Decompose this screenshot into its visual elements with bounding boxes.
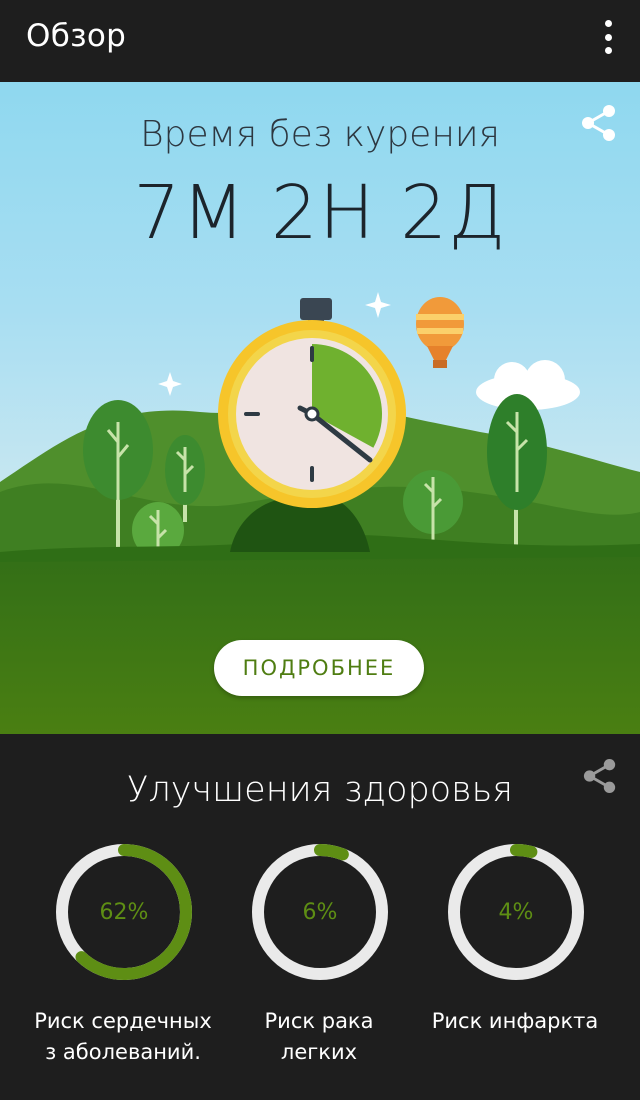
smoke-free-duration: 7М 2Н 2Д	[133, 170, 507, 256]
share-icon[interactable]	[580, 104, 618, 142]
metric-label: Риск сердечных з аболеваний.	[34, 1009, 212, 1064]
app-bar: Обзор	[0, 0, 640, 82]
metric-label: Риск рака легких	[264, 1009, 374, 1064]
metric-heart-attack[interactable]: 4% Риск инфаркта	[420, 842, 610, 1092]
details-button[interactable]: ПОДРОБНЕЕ	[214, 640, 424, 696]
smoke-free-label: Время без курения	[140, 114, 500, 155]
stopwatch-icon	[218, 298, 406, 508]
screen-title: Обзор	[26, 18, 127, 54]
metric-lung-cancer[interactable]: 6% Риск рака легких	[224, 842, 414, 1092]
more-vert-icon[interactable]	[598, 20, 618, 54]
metric-value: 62%	[99, 899, 149, 925]
metric-value: 4%	[498, 899, 534, 925]
smoke-free-time-card: Время без курения 7М 2Н 2Д ПОДРОБНЕЕ	[0, 82, 640, 734]
metric-value: 6%	[302, 899, 338, 925]
share-icon[interactable]	[582, 758, 618, 794]
metric-label: Риск инфаркта	[431, 1009, 599, 1033]
metric-heart-disease[interactable]: 62% Риск сердечных з аболеваний.	[28, 842, 218, 1092]
section-title: Улучшения здоровья	[127, 770, 513, 810]
health-improvements-section: Улучшения здоровья 62% Риск сердечных з …	[0, 734, 640, 1100]
